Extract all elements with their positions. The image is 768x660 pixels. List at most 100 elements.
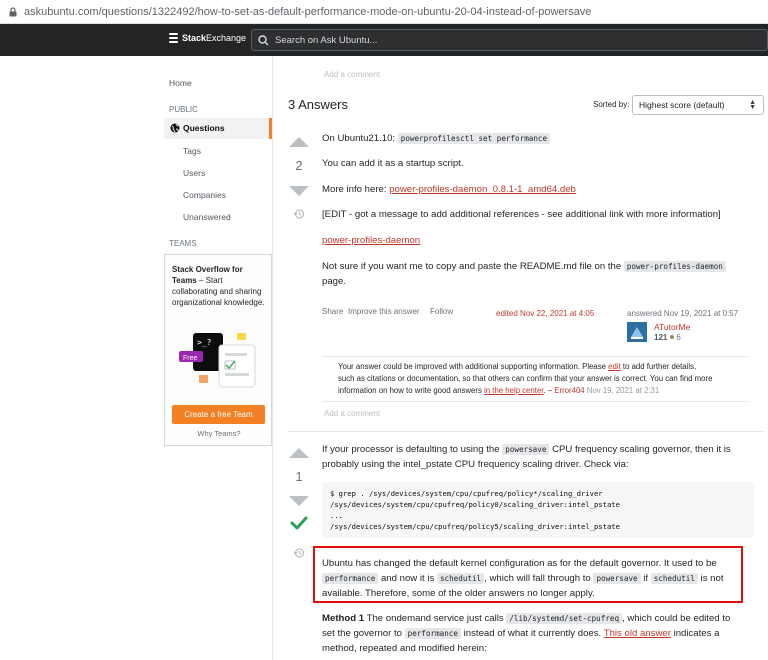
comment-divider-top (322, 356, 748, 357)
answer1-improve-link[interactable]: Improve this answer (348, 307, 420, 316)
answer2-code-block: $ grep . /sys/devices/system/cpu/cpufreq… (322, 482, 754, 538)
answer2-method1-line2: set the governor to performance instead … (322, 626, 719, 641)
comment-user[interactable]: Error404 (554, 386, 584, 395)
teams-promo-text: Stack Overflow for Teams – Start collabo… (172, 264, 267, 308)
answer1-user-rep: 121 6 (654, 333, 681, 342)
bronze-badge-icon (670, 335, 675, 339)
accepted-check-icon (290, 516, 308, 530)
old-answer-link[interactable]: This old answer (604, 628, 671, 639)
answer2-upvote-button[interactable] (289, 448, 309, 458)
comment-text-4: information on how to write good answers (338, 386, 485, 395)
search-icon (258, 34, 269, 45)
teams-illustration: >_? Free (179, 333, 256, 388)
comment-text-1: Your answer could be improved with addit… (338, 362, 609, 371)
answer1-line1-text: On Ubuntu21.10: (322, 133, 398, 144)
answer1-share-link[interactable]: Share (322, 307, 343, 316)
stackexchange-icon (169, 33, 178, 43)
nav-companies[interactable]: Companies (183, 190, 226, 200)
nav-tags[interactable]: Tags (183, 146, 201, 156)
answer2-score: 1 (295, 469, 303, 484)
comment-dash: . – (543, 386, 555, 395)
sort-select-value: Highest score (default) (639, 100, 725, 110)
sort-arrows-icon: ▲ ▼ (749, 99, 756, 111)
answer1-follow-link[interactable]: Follow (430, 307, 453, 316)
answer1-line1: On Ubuntu21.10: powerprofilesctl set per… (322, 131, 551, 146)
column-divider (272, 56, 273, 660)
answer2-p1-line1: If your processor is defaulting to using… (322, 442, 731, 457)
svg-text:>_?: >_? (197, 338, 212, 347)
red-highlight-box (313, 546, 743, 603)
answer1-line6-code: power-profiles-daemon (623, 261, 726, 272)
answer2-method1-line3: method, repeated and modified herein: (322, 643, 487, 654)
method1-title: Method 1 (322, 613, 365, 624)
answer2-p1-line2: probably using the intel_pstate CPU freq… (322, 459, 629, 470)
answer2-history-icon[interactable] (293, 547, 305, 559)
answer1-score: 2 (295, 158, 303, 173)
answer1-line3: More info here: power-profiles-daemon_0.… (322, 182, 576, 197)
free-badge: Free (183, 355, 198, 362)
nav-home[interactable]: Home (169, 78, 192, 88)
nav-section-teams: TEAMS (169, 239, 197, 248)
answer1-history-icon[interactable] (293, 208, 305, 220)
lock-icon (9, 6, 17, 16)
comment-divider-bottom (322, 401, 748, 402)
method1-code: /lib/systemd/set-cpufreq (506, 613, 623, 624)
search-input[interactable]: Search on Ask Ubuntu... (251, 29, 768, 51)
answer2-p1-suffix: CPU frequency scaling governor, then it … (549, 444, 731, 455)
answer1-line1-code: powerprofilesctl set performance (397, 133, 551, 144)
nav-users[interactable]: Users (183, 168, 205, 178)
answer1-reputation: 121 (654, 333, 668, 342)
answer1-line6-text: Not sure if you want me to copy and past… (322, 261, 624, 272)
nav-questions-label: Questions (183, 123, 225, 133)
comment-text-2: to add further details, (620, 362, 697, 371)
answer1-line5: power-profiles-daemon (322, 233, 420, 248)
nav-questions[interactable]: Questions (164, 118, 272, 139)
method1-l2-mid: instead of what it currently does. (460, 628, 604, 639)
nav-section-public: PUBLIC (169, 105, 198, 114)
globe-icon (170, 123, 180, 133)
answer1-upvote-button[interactable] (289, 137, 309, 147)
why-teams-link[interactable]: Why Teams? (165, 429, 273, 438)
answer1-line2: You can add it as a startup script. (322, 158, 464, 169)
answer1-line3-text: More info here: (322, 184, 390, 195)
answer1-badge-count: 6 (676, 333, 681, 342)
answer1-add-comment[interactable]: Add a comment (324, 409, 380, 418)
method1-suffix: , which could be edited to (622, 613, 731, 624)
stackexchange-logo[interactable]: Stack Exchange (169, 33, 246, 43)
answer1-edited-link[interactable]: edited Nov 22, 2021 at 4:05 (496, 309, 594, 318)
comment-date: Nov 19, 2021 at 2:31 (584, 386, 660, 395)
teams-promo: Stack Overflow for Teams – Start collabo… (164, 254, 272, 446)
comment-help-link[interactable]: in the help center (484, 386, 543, 395)
avatar-image (627, 322, 647, 342)
answer1-downvote-button[interactable] (289, 186, 309, 196)
method1-l2-text: set the governor to (322, 628, 405, 639)
address-bar[interactable]: askubuntu.com/questions/1322492/how-to-s… (0, 0, 768, 24)
answer1-daemon-link[interactable]: power-profiles-daemon (322, 235, 420, 246)
method1-l2-code: performance (404, 628, 461, 639)
brand-part2: Exchange (206, 33, 247, 43)
method1-l2-suffix: indicates a (670, 628, 720, 639)
answer1-deb-link[interactable]: power-profiles-daemon_0.8.1-1_amd64.deb (389, 184, 576, 195)
nav-unanswered[interactable]: Unanswered (183, 212, 231, 222)
answer1-line6: Not sure if you want me to copy and past… (322, 259, 726, 274)
answers-count: 3 Answers (288, 97, 348, 112)
sort-select[interactable]: Highest score (default) ▲ ▼ (632, 95, 764, 115)
answer1-user-name[interactable]: ATutorMe (654, 322, 690, 332)
question-add-comment[interactable]: Add a comment (324, 70, 380, 79)
answer1-user-avatar[interactable] (627, 322, 647, 342)
answer2-downvote-button[interactable] (289, 496, 309, 506)
answer2-p1-code: powersave (502, 444, 550, 455)
top-bar: Stack Exchange Search on Ask Ubuntu... (0, 24, 768, 56)
comment-edit-link[interactable]: edit (608, 362, 621, 371)
answer1-answered-date: answered Nov 19, 2021 at 0:57 (627, 309, 739, 318)
url-text: askubuntu.com/questions/1322492/how-to-s… (24, 5, 592, 18)
comment-text-3: such as citations or documentation, so t… (338, 374, 713, 383)
answer1-comment: Your answer could be improved with addit… (338, 361, 750, 397)
method1-text: The ondemand service just calls (364, 613, 507, 624)
answer1-line7: page. (322, 276, 347, 287)
brand-part1: Stack (182, 33, 207, 43)
answer2-method1-line1: Method 1 The ondemand service just calls… (322, 611, 730, 626)
answers-divider (288, 431, 764, 432)
create-team-button[interactable]: Create a free Team (172, 405, 265, 424)
sorted-by-label: Sorted by: (593, 100, 630, 109)
